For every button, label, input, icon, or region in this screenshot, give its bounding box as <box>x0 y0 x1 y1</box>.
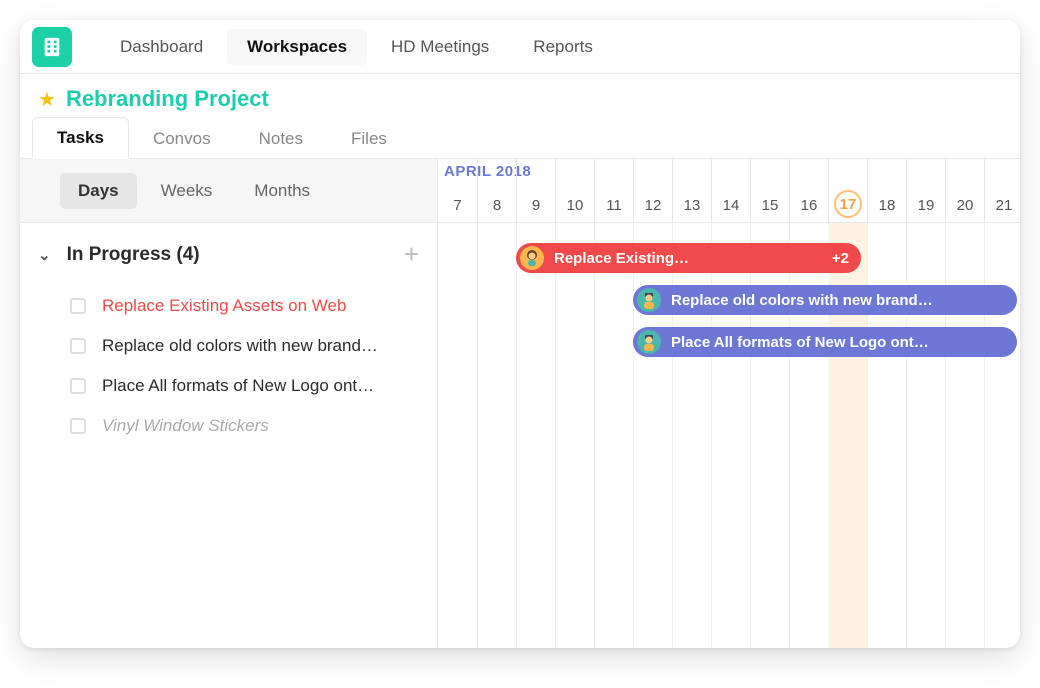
timeline-bar-badge: +2 <box>832 250 849 267</box>
task-row[interactable]: Place All formats of New Logo ont… <box>20 366 437 406</box>
timeline-unit-toggle: Days Weeks Months <box>20 159 437 223</box>
timeline-day-cell[interactable]: 12 <box>633 159 672 222</box>
unit-weeks[interactable]: Weeks <box>143 173 231 209</box>
group-count: (4) <box>176 244 199 266</box>
task-checkbox[interactable] <box>70 338 86 354</box>
nav-dashboard[interactable]: Dashboard <box>100 29 223 65</box>
nav-reports[interactable]: Reports <box>513 29 613 65</box>
timeline-grid-column <box>477 223 516 648</box>
timeline-bar[interactable]: Replace Existing… +2 <box>516 243 861 273</box>
project-header: ★ Rebranding Project <box>20 74 1020 112</box>
timeline-day-cell[interactable]: 14 <box>711 159 750 222</box>
task-checkbox[interactable] <box>70 378 86 394</box>
timeline-bar-label: Replace Existing… <box>554 250 689 267</box>
timeline-grid-column <box>438 223 477 648</box>
group-title: In Progress <box>67 244 172 266</box>
timeline-grid-column <box>555 223 594 648</box>
nav-links: Dashboard Workspaces HD Meetings Reports <box>100 29 613 65</box>
tab-files[interactable]: Files <box>327 119 411 159</box>
tab-convos[interactable]: Convos <box>129 119 235 159</box>
timeline-day-row: 789101112131415161718192021 <box>438 159 1020 222</box>
timeline-day-cell[interactable]: 15 <box>750 159 789 222</box>
star-icon[interactable]: ★ <box>38 87 56 112</box>
timeline-bar-label: Place All formats of New Logo ont… <box>671 334 929 351</box>
avatar-icon <box>637 330 661 354</box>
timeline-bar-label: Replace old colors with new brand… <box>671 292 933 309</box>
timeline-header: APRIL 2018 789101112131415161718192021 <box>438 159 1020 223</box>
unit-days[interactable]: Days <box>60 173 137 209</box>
task-row[interactable]: Vinyl Window Stickers <box>20 406 437 446</box>
task-label: Replace old colors with new brand… <box>102 336 378 356</box>
top-nav: Dashboard Workspaces HD Meetings Reports <box>20 20 1020 74</box>
task-label: Place All formats of New Logo ont… <box>102 376 374 396</box>
nav-hd-meetings[interactable]: HD Meetings <box>371 29 509 65</box>
timeline-grid-column <box>516 223 555 648</box>
main-split: Days Weeks Months ⌄ In Progress (4) + Re… <box>20 159 1020 648</box>
chevron-down-icon[interactable]: ⌄ <box>38 246 51 264</box>
avatar-icon <box>520 246 544 270</box>
timeline-day-cell[interactable]: 13 <box>672 159 711 222</box>
project-title[interactable]: Rebranding Project <box>66 86 269 112</box>
task-label: Replace Existing Assets on Web <box>102 296 346 316</box>
timeline-day-cell[interactable]: 17 <box>828 159 867 222</box>
section-tabs: Tasks Convos Notes Files <box>20 116 1020 159</box>
timeline-day-cell[interactable]: 18 <box>867 159 906 222</box>
timeline-day-cell[interactable]: 19 <box>906 159 945 222</box>
tab-notes[interactable]: Notes <box>235 119 327 159</box>
timeline-day-cell[interactable]: 7 <box>438 159 477 222</box>
timeline-grid-column <box>594 223 633 648</box>
timeline-day-cell[interactable]: 10 <box>555 159 594 222</box>
timeline-day-cell[interactable]: 16 <box>789 159 828 222</box>
group-header: ⌄ In Progress (4) + <box>20 223 437 286</box>
app-logo-icon[interactable] <box>32 27 72 67</box>
timeline-day-cell[interactable]: 21 <box>984 159 1020 222</box>
task-row[interactable]: Replace old colors with new brand… <box>20 326 437 366</box>
unit-months[interactable]: Months <box>236 173 328 209</box>
task-list-panel: Days Weeks Months ⌄ In Progress (4) + Re… <box>20 159 438 648</box>
avatar-icon <box>637 288 661 312</box>
task-checkbox[interactable] <box>70 418 86 434</box>
timeline-bar[interactable]: Replace old colors with new brand… <box>633 285 1017 315</box>
timeline-panel: APRIL 2018 789101112131415161718192021 R… <box>438 159 1020 648</box>
task-label: Vinyl Window Stickers <box>102 416 269 436</box>
timeline-day-cell[interactable]: 20 <box>945 159 984 222</box>
timeline-day-cell[interactable]: 11 <box>594 159 633 222</box>
nav-workspaces[interactable]: Workspaces <box>227 29 367 65</box>
add-task-icon[interactable]: + <box>404 239 419 270</box>
tab-tasks[interactable]: Tasks <box>32 117 129 159</box>
today-indicator-icon: 17 <box>834 190 862 218</box>
timeline-body: Replace Existing… +2 Replace old colors wi… <box>438 223 1020 648</box>
app-window: Dashboard Workspaces HD Meetings Reports… <box>20 20 1020 648</box>
timeline-bar[interactable]: Place All formats of New Logo ont… <box>633 327 1017 357</box>
task-row[interactable]: Replace Existing Assets on Web <box>20 286 437 326</box>
timeline-day-cell[interactable]: 9 <box>516 159 555 222</box>
timeline-day-cell[interactable]: 8 <box>477 159 516 222</box>
task-checkbox[interactable] <box>70 298 86 314</box>
